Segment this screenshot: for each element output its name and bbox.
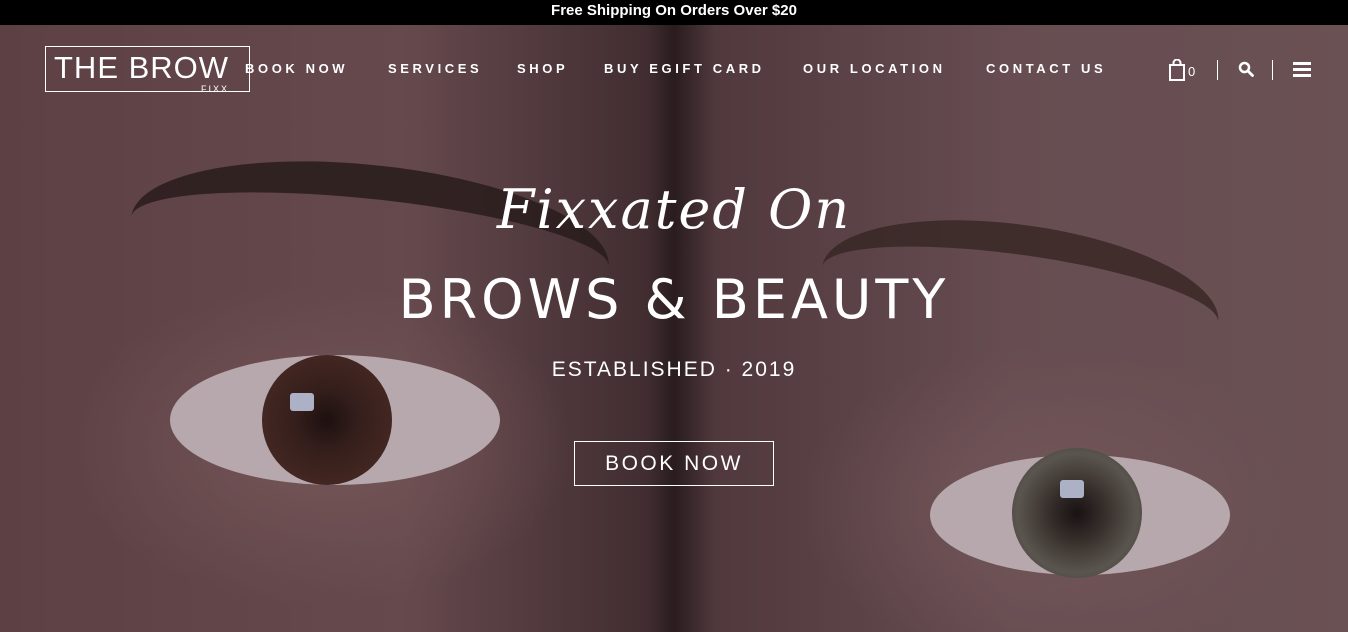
logo-sub-text: FIXX	[200, 84, 229, 94]
hero-script-title: Fixxated On	[496, 178, 852, 241]
nav-services[interactable]: SERVICES	[388, 61, 482, 76]
hero-headline: BROWS & BEAUTY	[398, 268, 950, 331]
shopping-bag-icon	[1169, 58, 1185, 81]
nav-contact-us[interactable]: CONTACT US	[986, 61, 1106, 76]
nav-our-location[interactable]: OUR LOCATION	[803, 61, 946, 76]
site-logo[interactable]: THE BROW FIXX	[45, 46, 250, 94]
menu-button[interactable]	[1293, 62, 1311, 82]
search-icon	[1238, 61, 1254, 77]
nav-shop[interactable]: SHOP	[517, 61, 568, 76]
menu-icon	[1293, 62, 1311, 77]
cart-button[interactable]	[1168, 58, 1186, 86]
announcement-bar: Free Shipping On Orders Over $20	[0, 0, 1348, 25]
announcement-text: Free Shipping On Orders Over $20	[551, 2, 797, 19]
search-button[interactable]	[1238, 61, 1254, 82]
logo-main-text: THE BROW	[54, 50, 230, 85]
nav-book-now[interactable]: BOOK NOW	[245, 61, 348, 76]
divider	[1272, 60, 1273, 80]
book-now-button[interactable]: BOOK NOW	[574, 441, 774, 486]
divider	[1217, 60, 1218, 80]
nav-buy-egift-card[interactable]: BUY EGIFT CARD	[604, 61, 765, 76]
hero-established: ESTABLISHED · 2019	[551, 358, 797, 381]
cart-count: 0	[1188, 64, 1196, 79]
